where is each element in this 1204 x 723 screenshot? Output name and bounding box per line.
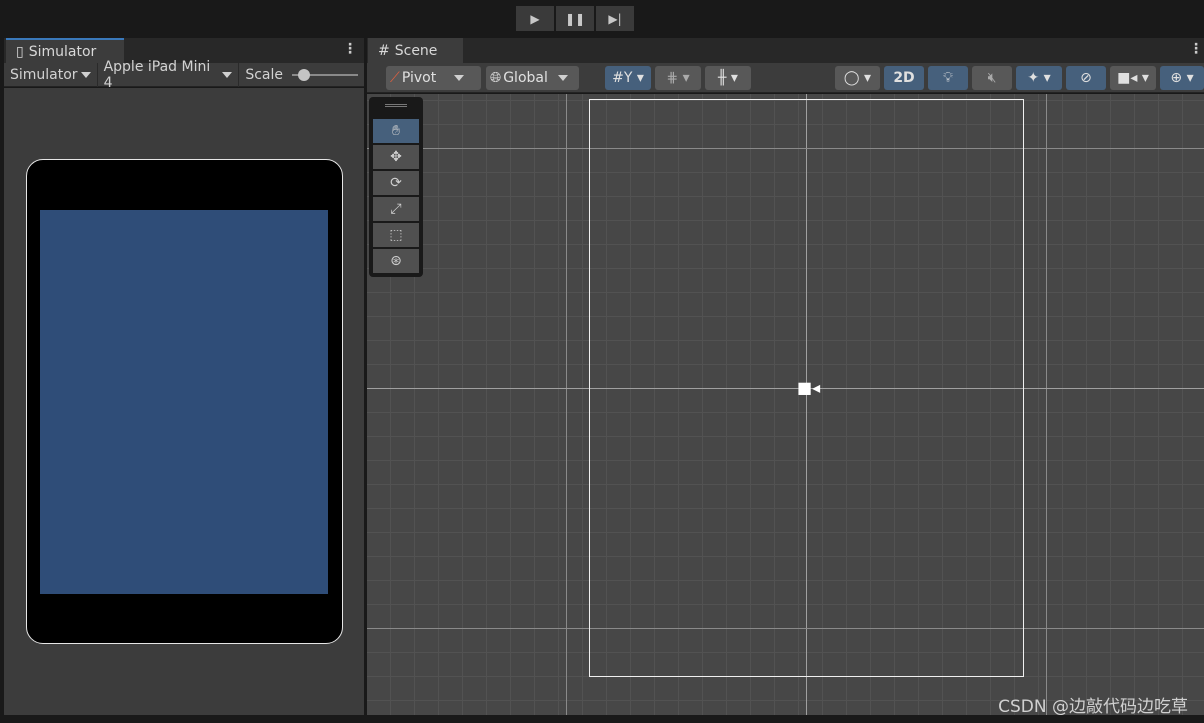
pivot-dropdown[interactable]: ⟋ Pivot: [386, 66, 481, 90]
scale-icon: ⤢: [390, 201, 402, 217]
grid-icon: #: [378, 42, 390, 59]
device-icon: ▯: [16, 43, 24, 60]
device-dropdown[interactable]: Apple iPad Mini 4: [98, 59, 240, 91]
draw-mode-dropdown[interactable]: ◯ ▾: [835, 66, 880, 90]
hidden-eye-icon: ⊘: [1080, 70, 1092, 86]
chevron-down-icon: [222, 71, 233, 78]
more-menu-icon[interactable]: ⋮: [1189, 41, 1203, 57]
step-button[interactable]: ▶|: [596, 6, 634, 31]
scale-tool-button[interactable]: ⤢: [373, 197, 419, 221]
grid-axis-major: [1046, 94, 1047, 715]
global-dropdown[interactable]: 🌐︎ Global: [486, 66, 579, 90]
lighting-toggle-button[interactable]: 💡︎: [928, 66, 968, 90]
camera-dropdown[interactable]: ■◂ ▾: [1110, 66, 1156, 90]
visibility-toggle-button[interactable]: ⊘: [1066, 66, 1106, 90]
move-icon: ✥: [390, 149, 402, 165]
scale-control: Scale: [239, 63, 364, 87]
tab-scene[interactable]: # Scene: [368, 38, 463, 63]
grid-snap-icon: #Y ▾: [612, 70, 644, 86]
audio-toggle-button[interactable]: 🔇︎: [972, 66, 1012, 90]
dropdown-label: Global: [503, 70, 548, 86]
chevron-down-icon: [557, 75, 568, 81]
globe-icon: 🌐︎: [490, 70, 502, 86]
chevron-down-icon: [80, 71, 91, 78]
2d-toggle-button[interactable]: 2D: [884, 66, 924, 90]
dropdown-label: Apple iPad Mini 4: [103, 58, 211, 91]
camera-icon: ■◂ ▾: [1117, 70, 1149, 86]
mute-icon: 🔇︎: [987, 70, 997, 86]
snap-button[interactable]: ⋕ ▾: [655, 66, 701, 90]
tools-overlay: ✋︎ ✥ ⟳ ⤢ ⬚ ⊛: [369, 97, 423, 277]
rect-icon: ⬚: [389, 227, 403, 243]
scene-toolbar: ⟋ Pivot 🌐︎ Global #Y ▾ ⋕ ▾ ╫ ▾ ◯ ▾ 2D 💡︎ 🔇…: [367, 63, 1204, 93]
effects-dropdown[interactable]: ✦ ▾: [1016, 66, 1062, 90]
increment-snap-button[interactable]: ╫ ▾: [705, 66, 751, 90]
rotate-icon: ⟳: [390, 175, 402, 191]
dropdown-label: Simulator: [10, 66, 78, 83]
pause-button[interactable]: ❚❚: [556, 6, 594, 31]
scale-slider[interactable]: [292, 68, 358, 82]
hand-icon: ✋︎: [392, 123, 400, 139]
scene-view[interactable]: ■◂: [367, 94, 1204, 715]
transform-tool-button[interactable]: ⊛: [373, 249, 419, 273]
grid-axis-major: [566, 94, 567, 715]
camera-gizmo-icon[interactable]: ■◂: [797, 378, 820, 397]
slider-thumb[interactable]: [298, 68, 310, 81]
rect-tool-button[interactable]: ⬚: [373, 223, 419, 247]
shading-icon: ◯ ▾: [843, 70, 872, 86]
more-menu-icon[interactable]: ⋮: [343, 41, 357, 57]
scale-label: Scale: [245, 66, 283, 83]
move-tool-button[interactable]: ✥: [373, 145, 419, 169]
tab-label: Simulator: [28, 43, 97, 60]
tab-label: Scene: [394, 42, 438, 59]
ruler-icon: ╫ ▾: [718, 70, 738, 86]
watermark: CSDN @边敲代码边吃草: [998, 697, 1188, 717]
playmode-controls: ▶ ❚❚ ▶|: [516, 6, 634, 31]
gizmo-icon: ⊕ ▾: [1170, 70, 1194, 86]
scene-tabstrip: [367, 38, 1204, 63]
lightbulb-icon: 💡︎: [943, 70, 953, 86]
hand-tool-button[interactable]: ✋︎: [373, 119, 419, 143]
grid-toggle-button[interactable]: #Y ▾: [605, 66, 651, 90]
transform-icon: ⊛: [390, 253, 402, 269]
drag-handle-icon[interactable]: [385, 104, 407, 107]
simulator-toolbar: Simulator Apple iPad Mini 4 Scale: [4, 59, 364, 91]
play-button[interactable]: ▶: [516, 6, 554, 31]
chevron-down-icon: [454, 75, 465, 81]
magnet-icon: ⋕ ▾: [666, 70, 690, 86]
dropdown-label: Pivot: [401, 70, 437, 86]
gizmos-dropdown[interactable]: ⊕ ▾: [1160, 66, 1204, 90]
device-screen[interactable]: [40, 210, 328, 594]
simulator-mode-dropdown[interactable]: Simulator: [4, 62, 98, 87]
rotate-tool-button[interactable]: ⟳: [373, 171, 419, 195]
pivot-icon: ⟋: [390, 70, 400, 86]
effects-icon: ✦ ▾: [1027, 70, 1051, 86]
